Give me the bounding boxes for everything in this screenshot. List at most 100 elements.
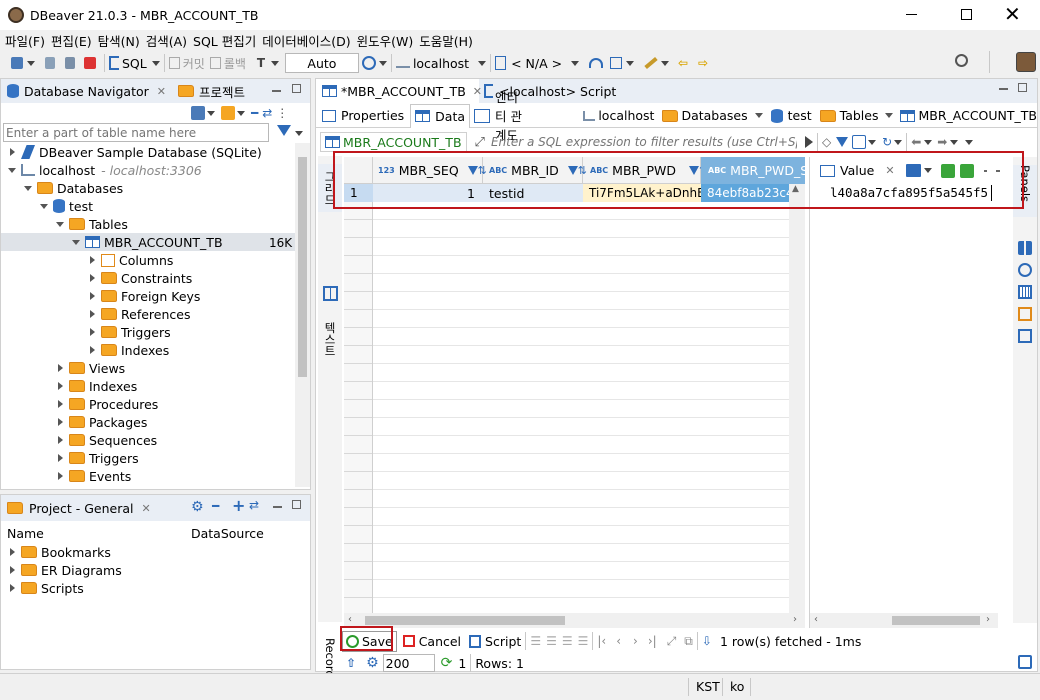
scrollbar-thumb[interactable] [365,616,565,625]
minimize-panel-icon[interactable] [273,506,282,508]
tree-item-indexes-schema[interactable]: Indexes [55,377,137,395]
fetch-size-input[interactable]: 200 [382,654,435,672]
gear-icon[interactable]: ⚙ [366,655,379,671]
minimize-button[interactable] [906,14,917,15]
chevron-down-icon[interactable] [571,60,580,66]
tree-item-indexes[interactable]: Indexes [87,341,169,359]
gear-icon[interactable]: ⚙ [191,499,204,515]
tab-properties[interactable]: Properties [322,108,404,123]
view-menu-icon[interactable]: ⋮ [276,106,288,120]
chevron-down-icon[interactable] [270,60,279,66]
menu-search[interactable]: 검색(A) [146,31,187,50]
chevron-down-icon[interactable] [478,60,487,66]
cancel-button[interactable]: Cancel [402,634,461,649]
aggregate-icon[interactable] [1018,241,1032,255]
navigator-scrollbar[interactable] [295,143,310,487]
scrollbar-thumb[interactable] [298,157,307,377]
sql-filter-input[interactable] [490,135,797,149]
next-page-icon[interactable]: › [633,634,638,648]
references-icon[interactable] [1018,307,1032,321]
tree-item-columns[interactable]: Columns [87,251,173,269]
tab-database-navigator[interactable]: Database Navigator ✕ [7,84,166,99]
refresh-icon[interactable]: ↻ [882,135,892,149]
tree-item-triggers-schema[interactable]: Triggers [55,449,139,467]
value-horizontal-scrollbar[interactable]: ‹ › [810,613,998,628]
fetch-all-icon[interactable]: ⤢ [667,634,677,649]
close-button[interactable]: ✕ [1004,2,1021,26]
breadcrumb-table[interactable]: MBR_ACCOUNT_TB [918,108,1037,123]
breadcrumb-databases[interactable]: Databases [681,108,747,123]
collapse-icon[interactable]: ━ [212,499,219,513]
project-item-er-diagrams[interactable]: ER Diagrams [7,561,122,579]
chevron-down-icon[interactable] [868,139,877,145]
tree-item-triggers[interactable]: Triggers [87,323,171,341]
chevron-down-icon[interactable] [378,60,387,66]
link-editor-icon[interactable]: ⇄ [249,498,259,512]
tree-item-mbr-account-tb[interactable]: MBR_ACCOUNT_TB [71,233,223,251]
last-page-icon[interactable]: ›| [648,634,657,648]
menu-window[interactable]: 윈도우(W) [357,31,414,50]
tree-item-foreign-keys[interactable]: Foreign Keys [87,287,200,305]
chevron-down-icon[interactable] [151,60,160,66]
grid-icon[interactable] [323,286,338,301]
tree-item-constraints[interactable]: Constraints [87,269,192,287]
chevron-down-icon[interactable] [626,60,635,66]
copy-row-icon[interactable]: ☰ [562,634,573,648]
tab-projects[interactable]: 프로젝트 [178,82,245,101]
grid-vertical-scrollbar[interactable]: ▲ [789,184,805,614]
menu-sql-editor[interactable]: SQL 편집기 [193,31,256,50]
maximize-results-icon[interactable] [1018,655,1032,669]
tab-mbr-account-tb[interactable]: *MBR_ACCOUNT_TB ✕ [316,79,482,103]
tree-item-sequences[interactable]: Sequences [55,431,157,449]
connect-icon[interactable] [41,54,59,72]
tree-item-procedures[interactable]: Procedures [55,395,158,413]
tree-item-events[interactable]: Events [55,467,131,485]
tools-icon[interactable] [642,54,660,72]
metadata-icon[interactable] [1018,263,1032,277]
delete-row-icon[interactable]: ☰ [578,634,589,648]
breadcrumb-tables[interactable]: Tables [840,108,879,123]
menu-database[interactable]: 데이터베이스(D) [262,31,350,50]
menu-help[interactable]: 도움말(H) [419,31,473,50]
collapse-all-icon[interactable]: ━ [251,106,258,120]
add-icon[interactable]: + [232,496,245,515]
chevron-down-icon[interactable] [894,139,903,145]
chevron-down-icon[interactable] [754,113,763,118]
disconnect-all-icon[interactable] [81,54,99,72]
close-icon[interactable]: ✕ [142,502,151,515]
grid-horizontal-scrollbar[interactable]: ‹ › [344,613,805,628]
forward-icon[interactable]: ➡ [937,135,947,149]
chevron-down-icon[interactable] [950,139,959,145]
chevron-down-icon[interactable] [237,110,245,116]
nav-forward-icon[interactable]: ⇨ [694,54,712,72]
script-button[interactable]: Script [469,634,521,649]
table-filter-field[interactable] [6,125,266,140]
avatar[interactable] [1016,52,1036,72]
export-icon[interactable]: ⇧ [346,656,356,670]
minimize-panel-icon[interactable] [272,90,281,92]
erd-icon[interactable] [607,54,625,72]
filter-table-label[interactable]: MBR_ACCOUNT_TB [320,132,467,152]
prev-page-icon[interactable]: ‹ [616,634,621,648]
apply-filter-icon[interactable] [804,136,813,148]
transaction-mode-select[interactable]: Auto [284,53,359,73]
nav-back-icon[interactable]: ⇦ [674,54,692,72]
edit-row-icon[interactable]: ☰ [530,634,541,648]
filter-icon[interactable] [836,137,849,147]
tree-item-sample-db[interactable]: DBeaver Sample Database (SQLite) [7,143,262,161]
chevron-down-icon[interactable] [661,60,670,66]
tab-project-general[interactable]: Project - General ✕ [7,501,151,516]
new-connection-icon[interactable] [8,54,26,72]
tree-item-test[interactable]: test [39,197,93,215]
breadcrumb-test[interactable]: test [788,108,812,123]
minimize-panel-icon[interactable] [999,88,1008,90]
first-page-icon[interactable]: |‹ [597,634,606,648]
tree-item-references[interactable]: References [87,305,190,323]
scrollbar-thumb[interactable] [892,616,980,625]
commit-button[interactable]: 커밋 [168,55,205,72]
column-header-datasource[interactable]: DataSource [191,526,264,541]
tree-item-tables[interactable]: Tables [55,215,128,233]
active-schema-select[interactable]: < N/A > [495,56,562,71]
filter-settings-icon[interactable] [852,135,867,149]
expand-filter-icon[interactable]: ⤢ [475,135,485,150]
